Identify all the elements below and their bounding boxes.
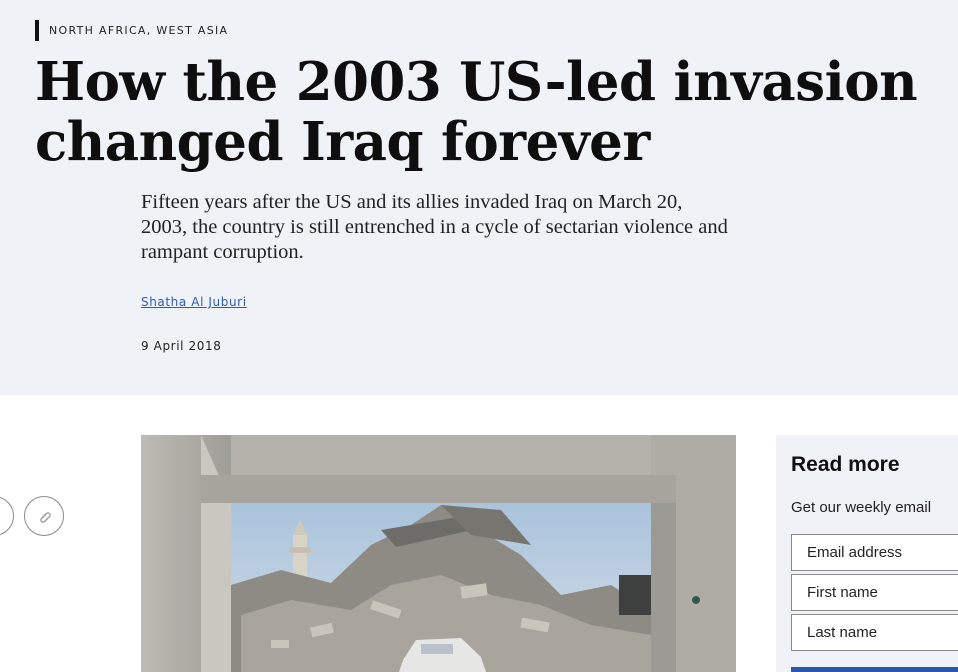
article-header: NORTH AFRICA, WEST ASIA How the 2003 US-… xyxy=(0,0,958,395)
copy-link-button[interactable] xyxy=(24,496,64,536)
newsletter-subtitle: Get our weekly email xyxy=(791,499,932,516)
first-name-field[interactable]: First name xyxy=(791,574,958,611)
email-field[interactable]: Email address xyxy=(791,534,958,571)
photo-destroyed-building xyxy=(141,435,736,672)
last-name-field[interactable]: Last name xyxy=(791,614,958,651)
link-icon xyxy=(40,512,51,523)
hero-image xyxy=(141,435,736,672)
author-link[interactable]: Shatha Al Juburi xyxy=(141,295,247,309)
section-tag[interactable]: NORTH AFRICA, WEST ASIA xyxy=(35,20,228,41)
article-standfirst: Fifteen years after the US and its allie… xyxy=(141,191,728,263)
newsletter-box: Read more Get our weekly email Email add… xyxy=(776,435,958,672)
share-button[interactable] xyxy=(0,496,14,536)
newsletter-title: Read more xyxy=(791,453,900,476)
article-title: How the 2003 US-led invasion changed Ira… xyxy=(35,51,918,173)
publish-date: 9 April 2018 xyxy=(141,339,222,353)
subscribe-button[interactable] xyxy=(791,667,958,672)
